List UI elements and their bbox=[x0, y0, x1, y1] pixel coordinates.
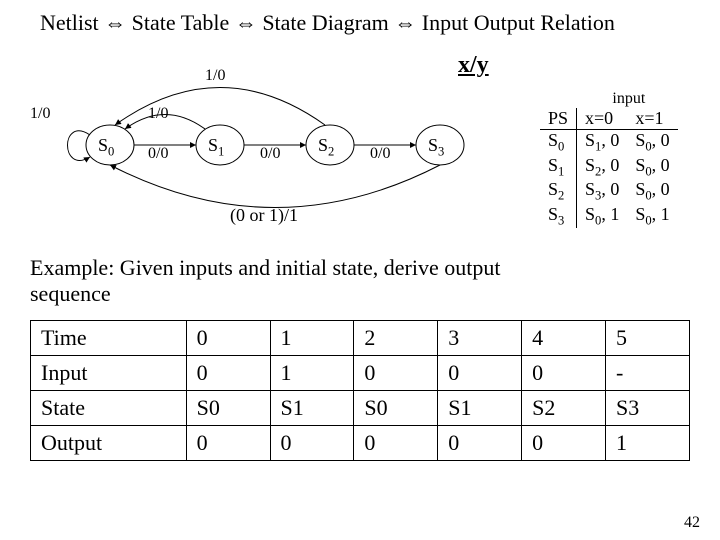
arrow-icon: ⇔ bbox=[104, 10, 126, 35]
state-label: S3 bbox=[428, 135, 444, 160]
table-row: S0 S1, 0 S0, 0 bbox=[540, 130, 678, 155]
ps-header: PS bbox=[540, 108, 577, 130]
table-row: S2 S3, 0 S0, 0 bbox=[540, 179, 678, 204]
example-caption: Example: Given inputs and initial state,… bbox=[30, 255, 530, 307]
state-label: S2 bbox=[318, 135, 334, 160]
row-label: Input bbox=[31, 356, 187, 391]
state-transition-table: input PS x=0 x=1 S0 S1, 0 S0, 0 S1 S2, 0… bbox=[540, 90, 678, 228]
title-part: State Diagram bbox=[262, 10, 388, 35]
trace-table: Time 0 1 2 3 4 5 Input 0 1 0 0 0 - State… bbox=[30, 320, 690, 461]
col-header: x=1 bbox=[627, 108, 677, 130]
edge-label: 0/0 bbox=[148, 145, 168, 163]
edge-label: (0 or 1)/1 bbox=[230, 205, 298, 226]
state-label: S0 bbox=[98, 135, 114, 160]
edge-label: 1/0 bbox=[148, 105, 168, 123]
arrow-icon: ⇔ bbox=[235, 10, 257, 35]
title-part: State Table bbox=[132, 10, 230, 35]
table-row: Output 0 0 0 0 0 1 bbox=[31, 426, 690, 461]
edge-label: 1/0 bbox=[30, 105, 50, 123]
row-label: Time bbox=[31, 321, 187, 356]
edge-label: 0/0 bbox=[260, 145, 280, 163]
title-part: Netlist bbox=[40, 10, 99, 35]
edge-label: 1/0 bbox=[205, 67, 225, 85]
col-header: x=0 bbox=[577, 108, 628, 130]
edge-label: 0/0 bbox=[370, 145, 390, 163]
table-row: State S0 S1 S0 S1 S2 S3 bbox=[31, 391, 690, 426]
table-row: S3 S0, 1 S0, 1 bbox=[540, 204, 678, 229]
arrow-icon: ⇔ bbox=[394, 10, 416, 35]
table-row: Input 0 1 0 0 0 - bbox=[31, 356, 690, 391]
input-header: input bbox=[580, 90, 678, 108]
title-part: Input Output Relation bbox=[422, 10, 615, 35]
breadcrumb-title: Netlist ⇔ State Table ⇔ State Diagram ⇔ … bbox=[40, 10, 710, 36]
table-row: Time 0 1 2 3 4 5 bbox=[31, 321, 690, 356]
state-label: S1 bbox=[208, 135, 224, 160]
page-number: 42 bbox=[684, 514, 700, 532]
row-label: Output bbox=[31, 426, 187, 461]
row-label: State bbox=[31, 391, 187, 426]
table-row: S1 S2, 0 S0, 0 bbox=[540, 155, 678, 180]
state-diagram: S0 S1 S2 S3 1/0 1/0 0/0 0/0 0/0 1/0 (0 o… bbox=[30, 75, 540, 245]
